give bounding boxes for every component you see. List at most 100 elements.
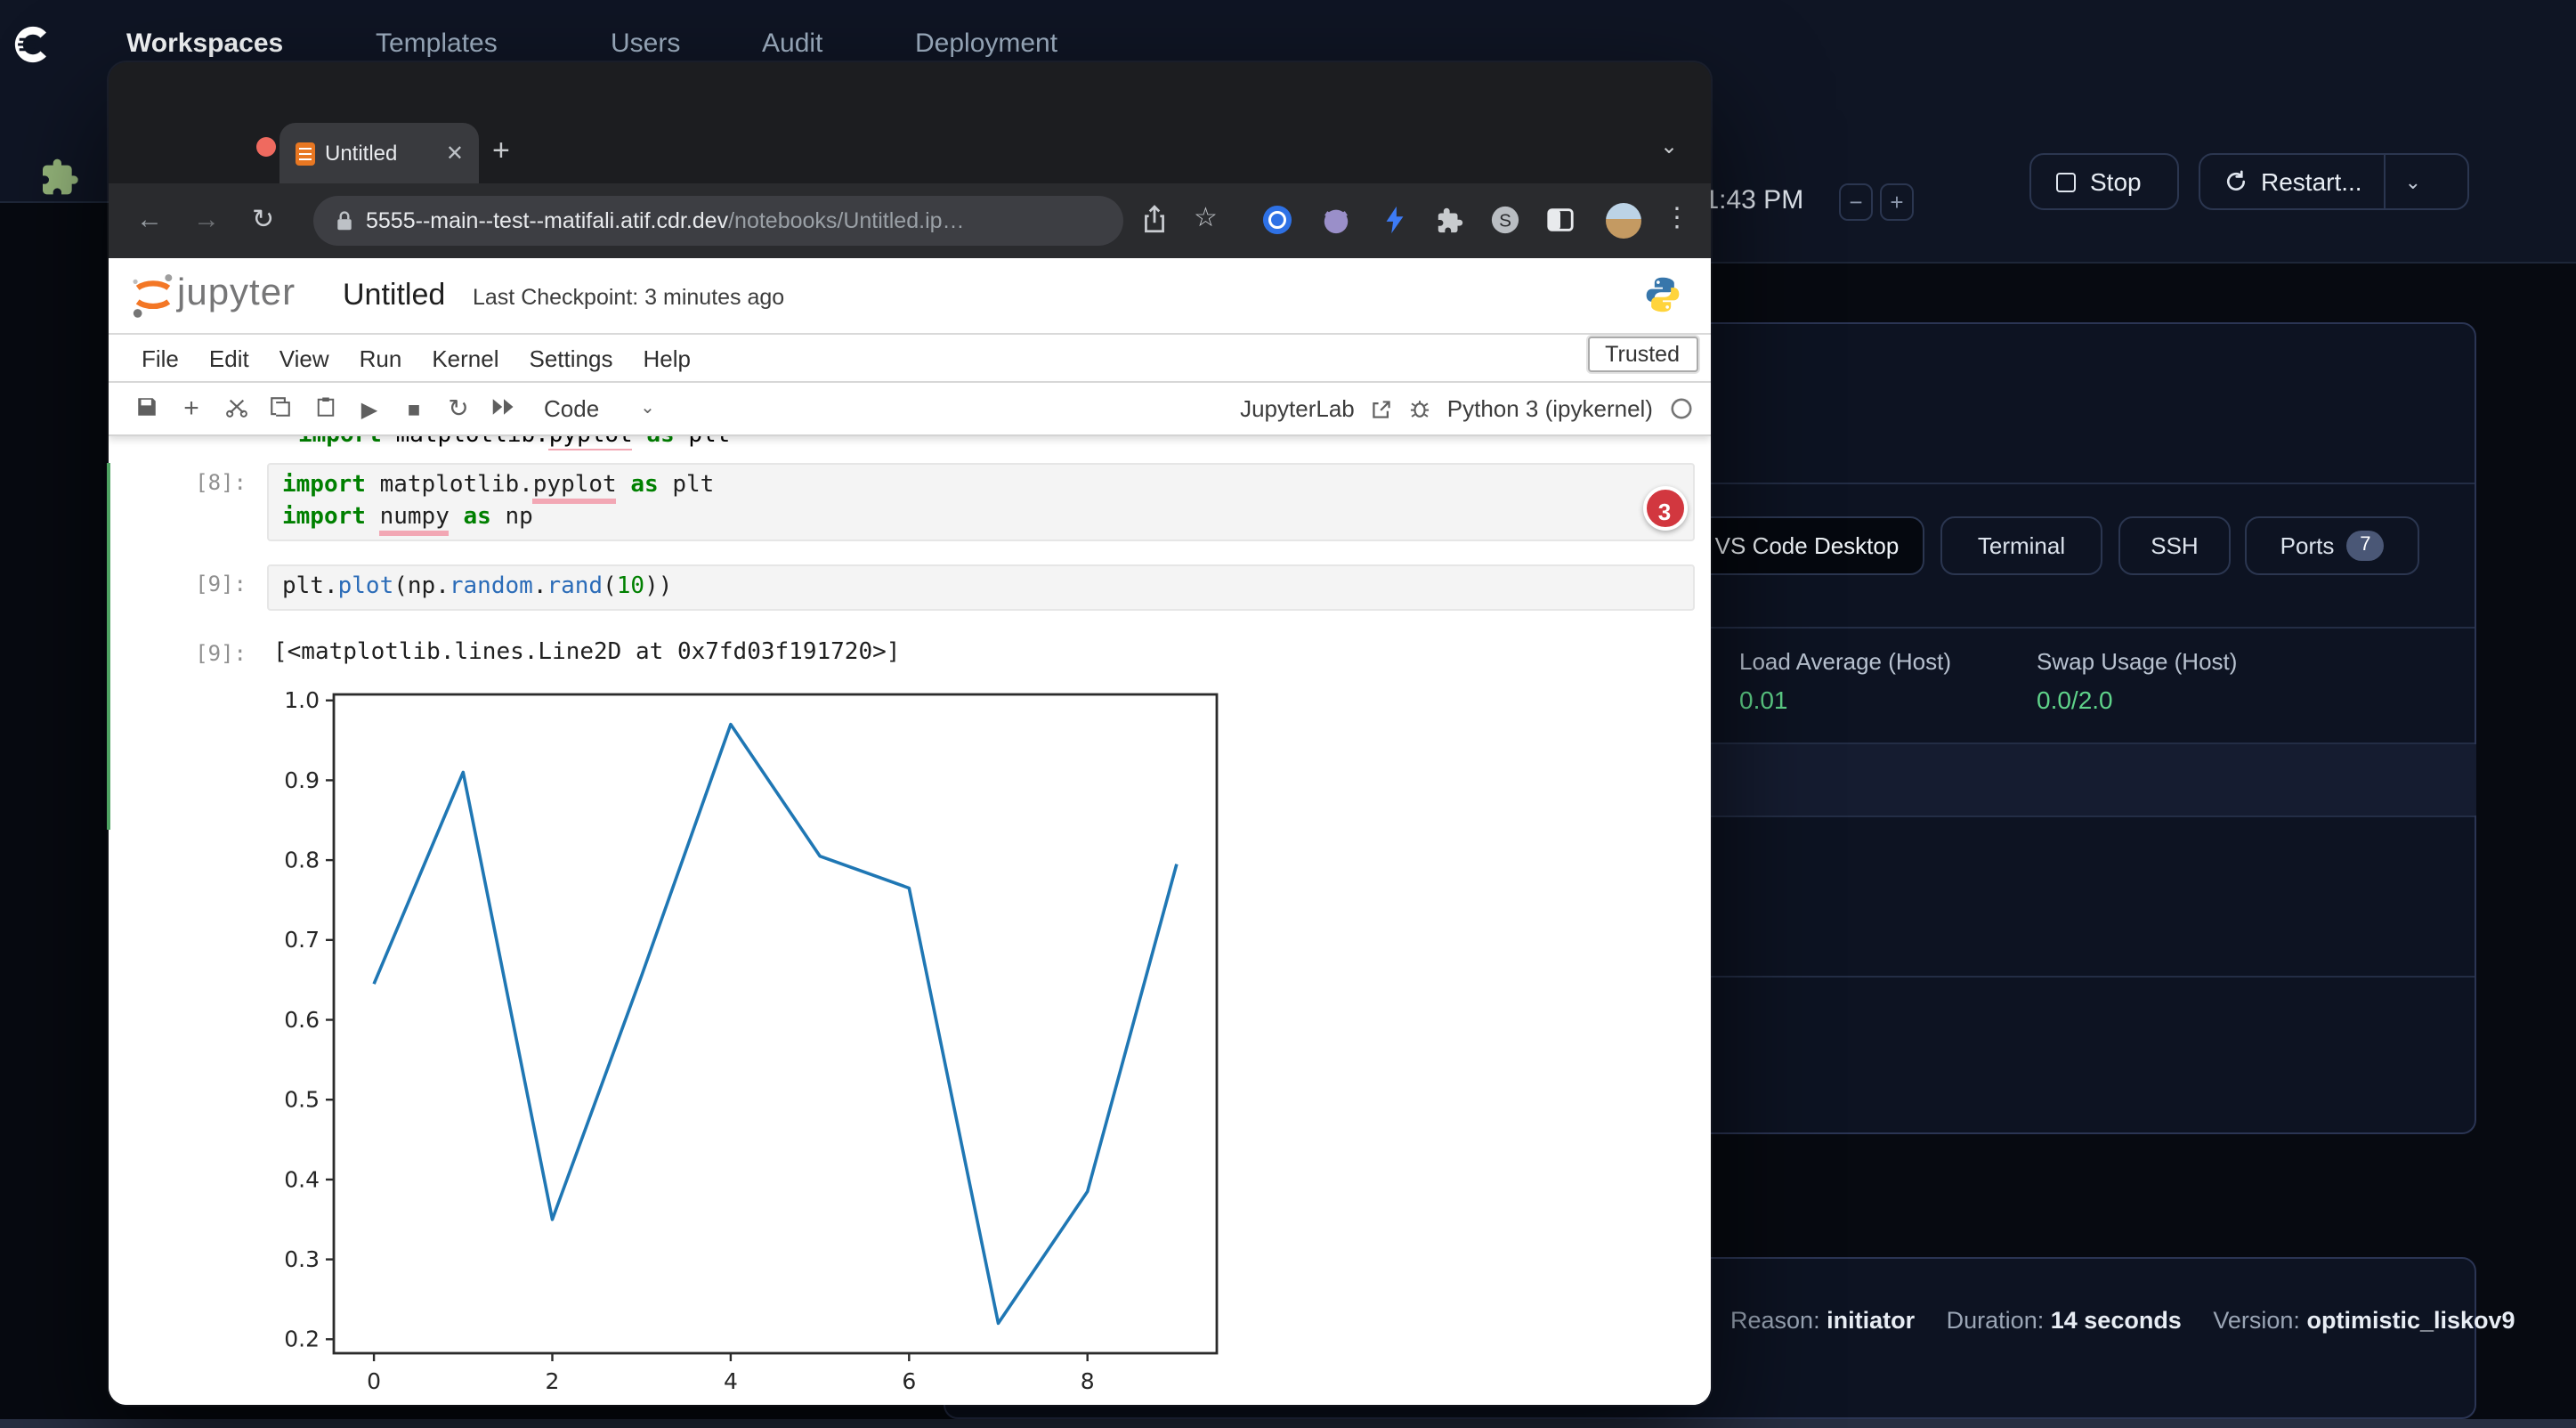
trusted-button[interactable]: Trusted	[1587, 337, 1697, 372]
tab-vscode-desktop[interactable]: VS Code Desktop	[1689, 516, 1924, 575]
nav-item-workspaces[interactable]: Workspaces	[126, 28, 283, 59]
share-icon[interactable]	[1138, 205, 1169, 235]
restart-icon	[2224, 169, 2248, 194]
tab-ssh[interactable]: SSH	[2118, 516, 2231, 575]
svg-text:6: 6	[901, 1368, 915, 1394]
menu-file[interactable]: File	[142, 345, 179, 371]
coder-logo-icon[interactable]	[12, 23, 53, 66]
url-path: /notebooks/Untitled.ip…	[728, 208, 964, 233]
cut-icon[interactable]	[222, 394, 250, 423]
onepassword-extension-icon[interactable]	[1261, 205, 1292, 235]
jupyter-toolbar: + ▶ ■ ↻ Code ⌄ JupyterLab	[108, 383, 1710, 436]
new-tab-button[interactable]: +	[492, 134, 510, 169]
cell-type-chevron-icon[interactable]: ⌄	[640, 399, 655, 418]
nav-item-deployment[interactable]: Deployment	[915, 28, 1057, 59]
bolt-extension-icon[interactable]	[1379, 205, 1409, 235]
browser-tab-title: Untitled	[325, 141, 397, 166]
build-version: Version: optimistic_liskov9	[2213, 1307, 2515, 1334]
restart-options-chevron-icon[interactable]: ⌄	[2386, 170, 2441, 193]
reload-icon[interactable]: ↻	[252, 203, 274, 239]
debugger-bug-icon[interactable]	[1408, 397, 1431, 420]
cell-type-select[interactable]: Code	[544, 395, 599, 422]
paste-icon[interactable]	[311, 394, 339, 423]
insert-cell-icon[interactable]: +	[177, 394, 206, 424]
jupyter-brand-text: jupyter	[177, 272, 296, 315]
forward-icon[interactable]: →	[193, 203, 220, 239]
browser-toolbar: ← → ↻ 5555--main--test--matifali.atif.cd…	[108, 183, 1710, 258]
restart-workspace-button[interactable]: Restart... ⌄	[2199, 153, 2469, 210]
zoom-out-button[interactable]: −	[1839, 183, 1873, 221]
browser-tab[interactable]: Untitled ✕	[279, 123, 478, 183]
svg-text:0.8: 0.8	[283, 848, 319, 873]
save-icon[interactable]	[133, 394, 161, 423]
kernel-status-icon	[1669, 397, 1692, 420]
code-cell-input[interactable]: plt.plot(np.random.rand(10))	[266, 564, 1694, 611]
tab-terminal[interactable]: Terminal	[1940, 516, 2102, 575]
stat-swap-usage-label: Swap Usage (Host)	[2037, 648, 2237, 675]
build-reason: Reason: initiator	[1730, 1307, 1915, 1334]
jupyter-logo-icon	[129, 271, 175, 320]
workspace-running-indicator	[106, 463, 110, 830]
stop-workspace-button[interactable]: Stop	[2029, 153, 2179, 210]
notification-badge: 3	[1642, 486, 1687, 531]
restart-run-all-icon[interactable]	[489, 396, 517, 421]
menu-help[interactable]: Help	[643, 345, 691, 371]
extension-puzzle-icon[interactable]	[36, 155, 87, 214]
notebook-title[interactable]: Untitled	[343, 278, 445, 313]
svg-text:0.9: 0.9	[283, 767, 319, 793]
jupyter-favicon-icon	[295, 142, 314, 165]
cell-prompt: [9]:	[108, 572, 247, 596]
url-address-bar[interactable]: 5555--main--test--matifali.atif.cdr.dev/…	[312, 196, 1122, 246]
browser-tab-strip: Untitled ✕ + ⌄	[108, 62, 1710, 183]
extensions-puzzle-icon[interactable]	[1434, 205, 1464, 235]
python-logo-icon	[1642, 274, 1681, 315]
bottom-window-edge	[0, 1419, 2576, 1428]
menu-edit[interactable]: Edit	[209, 345, 249, 371]
external-link-icon[interactable]	[1371, 398, 1392, 419]
nav-item-templates[interactable]: Templates	[376, 28, 498, 59]
svg-text:0.7: 0.7	[283, 927, 319, 953]
svg-text:S: S	[1498, 211, 1511, 231]
menu-run[interactable]: Run	[360, 345, 402, 371]
bookmark-star-icon[interactable]: ☆	[1194, 201, 1218, 237]
svg-text:0: 0	[366, 1368, 380, 1394]
github-extension-icon[interactable]	[1320, 205, 1350, 235]
browser-profile-avatar[interactable]	[1605, 203, 1640, 239]
browser-menu-kebab-icon[interactable]: ⋮	[1664, 201, 1690, 237]
stat-load-average-value: 0.01	[1739, 686, 1788, 714]
svg-text:2: 2	[545, 1368, 559, 1394]
jupyterlab-link[interactable]: JupyterLab	[1240, 395, 1355, 422]
svg-text:0.4: 0.4	[283, 1166, 319, 1192]
screen: Workspaces Templates Users Audit Deploym…	[0, 0, 2576, 1428]
tab-ports[interactable]: Ports 7	[2245, 516, 2419, 575]
nav-item-audit[interactable]: Audit	[762, 28, 822, 59]
zoom-in-button[interactable]: +	[1880, 183, 1914, 221]
restart-kernel-icon[interactable]: ↻	[444, 394, 473, 424]
url-host: 5555--main--test--matifali.atif.cdr.dev	[366, 208, 728, 233]
back-icon[interactable]: ←	[136, 203, 163, 239]
stylus-extension-icon[interactable]: S	[1489, 205, 1519, 235]
output-prompt: [9]:	[108, 641, 247, 666]
code-cell-input[interactable]: import matplotlib.pyplot as pltimport nu…	[266, 463, 1694, 541]
svg-text:0.2: 0.2	[283, 1327, 319, 1352]
menu-settings[interactable]: Settings	[530, 345, 613, 371]
kernel-name[interactable]: Python 3 (ipykernel)	[1447, 395, 1653, 422]
nav-item-users[interactable]: Users	[611, 28, 680, 59]
notebook-scroll-area[interactable]: import matplotlib.pyplot as plt [8]: imp…	[108, 436, 1710, 1405]
window-close-button[interactable]	[255, 137, 275, 157]
menu-kernel[interactable]: Kernel	[432, 345, 498, 371]
svg-text:0.5: 0.5	[283, 1087, 319, 1113]
interrupt-kernel-icon[interactable]: ■	[400, 396, 428, 421]
run-cell-icon[interactable]: ▶	[355, 396, 384, 421]
checkpoint-status: Last Checkpoint: 3 minutes ago	[473, 285, 784, 310]
tab-close-icon[interactable]: ✕	[446, 141, 464, 166]
copy-icon[interactable]	[266, 394, 295, 423]
jupyter-page: jupyter Untitled Last Checkpoint: 3 minu…	[108, 258, 1710, 1405]
jupyter-menu-bar: File Edit View Run Kernel Settings Help …	[108, 335, 1710, 383]
tab-search-chevron-icon[interactable]: ⌄	[1660, 134, 1678, 158]
menu-view[interactable]: View	[279, 345, 329, 371]
darkreader-extension-icon[interactable]	[1544, 205, 1575, 235]
svg-text:4: 4	[723, 1368, 737, 1394]
lock-icon	[334, 210, 353, 231]
svg-text:1.0: 1.0	[283, 687, 319, 713]
